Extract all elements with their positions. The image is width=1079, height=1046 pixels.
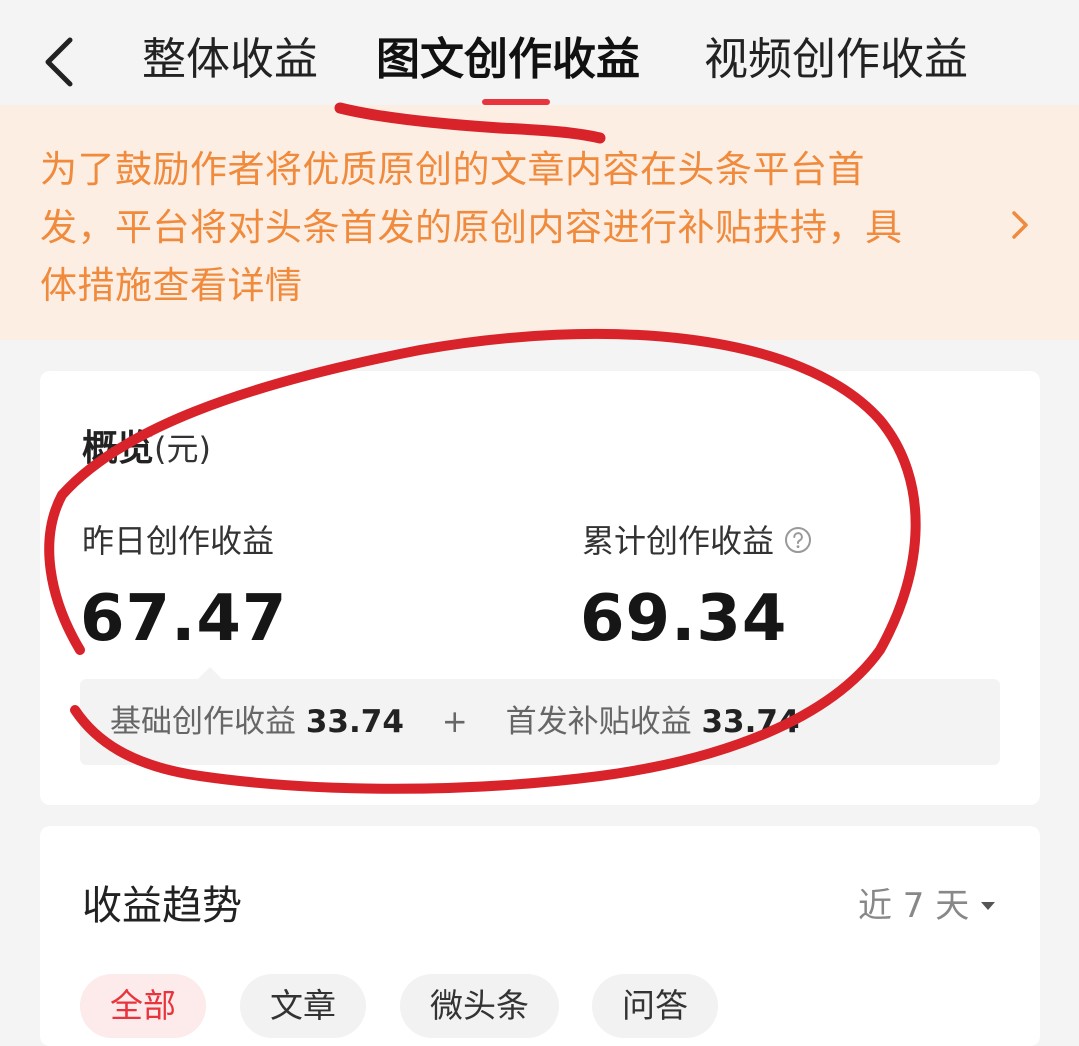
filter-chip-all[interactable]: 全部 bbox=[80, 974, 206, 1038]
subsidy-earnings-label: 首发补贴收益 bbox=[505, 704, 692, 740]
total-earnings-value: 69.34 bbox=[580, 582, 788, 656]
overview-title-text: 概览 bbox=[82, 428, 155, 469]
overview-card: 概览(元) 昨日创作收益 累计创作收益 67.47 69.34 基础创作收益 3… bbox=[40, 371, 1040, 805]
date-range-value: 近 7 天 bbox=[858, 886, 970, 926]
notice-line: 体措施查看详情 bbox=[40, 264, 303, 307]
chevron-left-icon bbox=[45, 37, 73, 87]
overview-unit: (元) bbox=[154, 430, 211, 468]
total-earnings-label: 累计创作收益 bbox=[582, 522, 775, 560]
yesterday-earnings-label: 昨日创作收益 bbox=[82, 522, 275, 560]
subsidy-earnings-value: 33.74 bbox=[701, 704, 800, 740]
filter-chip-article[interactable]: 文章 bbox=[240, 974, 366, 1038]
base-earnings-label: 基础创作收益 bbox=[110, 704, 296, 740]
tab-article-earnings[interactable]: 图文创作收益 bbox=[376, 30, 640, 90]
filter-chip-qa[interactable]: 问答 bbox=[592, 974, 718, 1038]
trend-title: 收益趋势 bbox=[82, 883, 242, 929]
total-earnings-label-wrap: 累计创作收益 bbox=[582, 519, 812, 563]
base-earnings-value: 33.74 bbox=[305, 704, 404, 740]
tab-video-earnings[interactable]: 视频创作收益 bbox=[704, 30, 968, 90]
overview-title: 概览(元) bbox=[82, 425, 211, 473]
earnings-breakdown: 基础创作收益 33.74 + 首发补贴收益 33.74 bbox=[80, 667, 1000, 765]
plus-sign: + bbox=[441, 704, 468, 740]
question-circle-icon[interactable] bbox=[784, 526, 812, 554]
chevron-right-icon bbox=[1012, 211, 1028, 239]
notice-line: 发，平台将对头条首发的原创内容进行补贴扶持，具 bbox=[40, 206, 903, 249]
back-button[interactable] bbox=[32, 30, 92, 90]
tab-overall-earnings[interactable]: 整体收益 bbox=[142, 30, 318, 90]
yesterday-earnings-value: 67.47 bbox=[80, 582, 288, 656]
notice-line: 为了鼓励作者将优质原创的文章内容在头条平台首 bbox=[40, 148, 865, 191]
filter-chip-micro-post[interactable]: 微头条 bbox=[400, 974, 559, 1038]
notice-banner[interactable]: 为了鼓励作者将优质原创的文章内容在头条平台首 发，平台将对头条首发的原创内容进行… bbox=[0, 105, 1079, 340]
notice-text: 为了鼓励作者将优质原创的文章内容在头条平台首 发，平台将对头条首发的原创内容进行… bbox=[40, 141, 970, 315]
date-range-select[interactable]: 近 7 天 bbox=[858, 882, 996, 930]
earnings-trend-card: 收益趋势 近 7 天 全部 文章 微头条 问答 bbox=[40, 826, 1040, 1046]
breakdown-pointer bbox=[198, 667, 222, 679]
breakdown-text: 基础创作收益 33.74 + 首发补贴收益 33.74 bbox=[110, 679, 800, 765]
top-nav-bar: 整体收益 图文创作收益 视频创作收益 bbox=[0, 0, 1079, 105]
caret-down-icon bbox=[981, 901, 996, 910]
